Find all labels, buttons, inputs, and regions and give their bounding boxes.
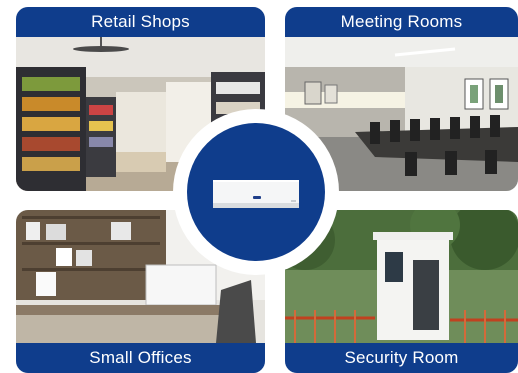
security-room-label: Security Room <box>285 343 518 373</box>
small-offices-label: Small Offices <box>16 343 265 373</box>
retail-shops-label: Retail Shops <box>16 7 265 37</box>
meeting-rooms-label: Meeting Rooms <box>285 7 518 37</box>
center-badge <box>173 109 339 275</box>
air-conditioner-icon <box>213 180 299 208</box>
center-circle <box>187 123 325 261</box>
